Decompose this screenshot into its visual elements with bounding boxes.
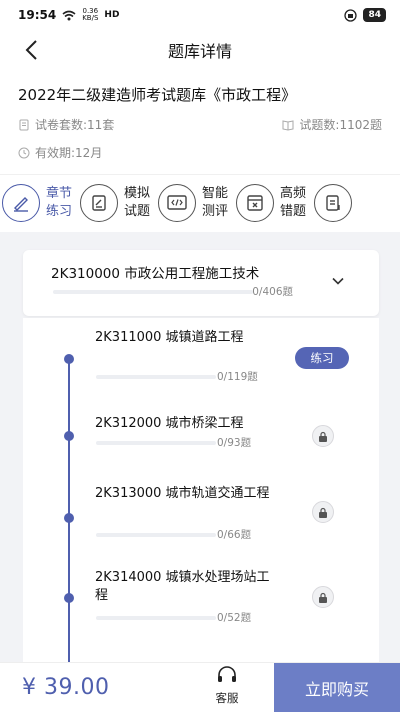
customer-service-button[interactable]: 客服 <box>202 665 252 711</box>
section-title: 2K313000 城市轨道交通工程 <box>95 486 270 501</box>
wrong-paper-icon <box>236 183 274 222</box>
timeline-dot <box>64 354 74 364</box>
clock-icon <box>18 147 30 158</box>
exam-info: 2022年二级建造师考试题库《市政工程》 试卷套数:11套 试题数:1102题 … <box>0 70 400 170</box>
tab-frequent-mistakes[interactable]: 高频错题 <box>236 183 308 222</box>
lock-icon <box>319 431 327 442</box>
chevron-down-icon[interactable] <box>331 274 345 288</box>
chapter-title: 2K310000 市政公用工程施工技术 <box>51 266 260 282</box>
status-left: 19:54 0.36 KB/S HD <box>18 7 120 23</box>
net-speed: 0.36 KB/S <box>82 7 99 22</box>
section-count: 0/66题 <box>217 529 252 541</box>
list-item[interactable]: 2K312000 城市桥梁工程 0/93题 <box>23 404 379 484</box>
buy-now-button[interactable]: 立即购买 <box>274 663 400 712</box>
section-progress-bar <box>96 441 216 445</box>
question-count: 试题数:1102题 <box>282 116 382 133</box>
back-button[interactable] <box>16 34 46 66</box>
lock-button[interactable] <box>312 425 334 447</box>
battery-indicator: 84 <box>363 8 386 22</box>
edit-paper-icon <box>80 183 118 222</box>
section-count: 0/93题 <box>217 437 252 449</box>
tab-label: 高频错题 <box>280 185 307 219</box>
price: ¥ 39.00 <box>22 675 110 700</box>
lock-button[interactable] <box>312 501 334 523</box>
timeline-dot <box>64 431 74 441</box>
tab-smart-assessment[interactable]: 智能测评 <box>158 183 230 222</box>
section-progress-bar <box>96 375 216 379</box>
timeline-dot <box>64 593 74 603</box>
lock-icon <box>319 592 327 603</box>
list-item[interactable]: 2K311000 城镇道路工程 0/119题 练习 <box>23 318 379 398</box>
section-count: 0/119题 <box>217 371 258 383</box>
meta-row-validity: 有效期:12月 <box>18 144 382 161</box>
section-list: 2K311000 城镇道路工程 0/119题 练习 2K312000 城市桥梁工… <box>23 318 379 668</box>
timeline-dot <box>64 513 74 523</box>
meta-row-counts: 试卷套数:11套 试题数:1102题 <box>18 116 382 133</box>
notes-icon <box>314 183 352 222</box>
book-icon <box>282 119 294 131</box>
status-right: 84 <box>344 8 386 22</box>
pen-icon <box>2 183 40 222</box>
chapter-count: 0/406题 <box>252 286 293 298</box>
tab-chapter-practice[interactable]: 章节练习 <box>2 183 74 222</box>
tab-label: 模拟试题 <box>124 185 151 219</box>
code-icon <box>158 183 196 222</box>
section-count: 0/52题 <box>217 612 252 624</box>
validity: 有效期:12月 <box>18 144 102 161</box>
chevron-left-icon <box>25 40 37 60</box>
headset-icon <box>218 666 236 682</box>
lock-button[interactable] <box>312 586 334 608</box>
mode-tabs: 章节练习 模拟试题 智能测评 高频错题 <box>0 174 400 230</box>
section-title: 2K312000 城市桥梁工程 <box>95 416 244 431</box>
navbar: 题库详情 <box>0 30 400 70</box>
section-progress-bar <box>96 533 216 537</box>
section-title: 2K311000 城镇道路工程 <box>95 330 244 345</box>
section-progress-bar <box>96 616 216 620</box>
chapter-card[interactable]: 2K310000 市政公用工程施工技术 0/406题 <box>23 250 379 316</box>
alarm-icon <box>344 8 358 22</box>
page-title: 题库详情 <box>167 42 232 61</box>
list-item[interactable]: 2K313000 城市轨道交通工程 0/66题 <box>23 478 379 558</box>
wifi-icon <box>62 10 76 20</box>
practice-button[interactable]: 练习 <box>295 347 349 369</box>
document-icon <box>19 119 29 130</box>
tab-mock-exam[interactable]: 模拟试题 <box>80 183 152 222</box>
status-bar: 19:54 0.36 KB/S HD 84 <box>0 0 400 30</box>
bottom-bar: ¥ 39.00 客服 立即购买 <box>0 662 400 712</box>
tab-label: 章节练习 <box>46 185 73 219</box>
status-time: 19:54 <box>18 8 57 22</box>
paper-count: 试卷套数:11套 <box>18 116 114 133</box>
lock-icon <box>319 507 327 518</box>
section-title: 2K314000 城镇水处理场站工程 <box>95 570 270 603</box>
exam-title: 2022年二级建造师考试题库《市政工程》 <box>18 86 297 104</box>
tab-notes[interactable] <box>314 183 352 222</box>
chapter-progress-bar <box>53 290 253 294</box>
hd-indicator: HD <box>104 10 120 20</box>
tab-label: 智能测评 <box>202 185 229 219</box>
list-item[interactable]: 2K314000 城镇水处理场站工程 0/52题 <box>23 564 379 644</box>
